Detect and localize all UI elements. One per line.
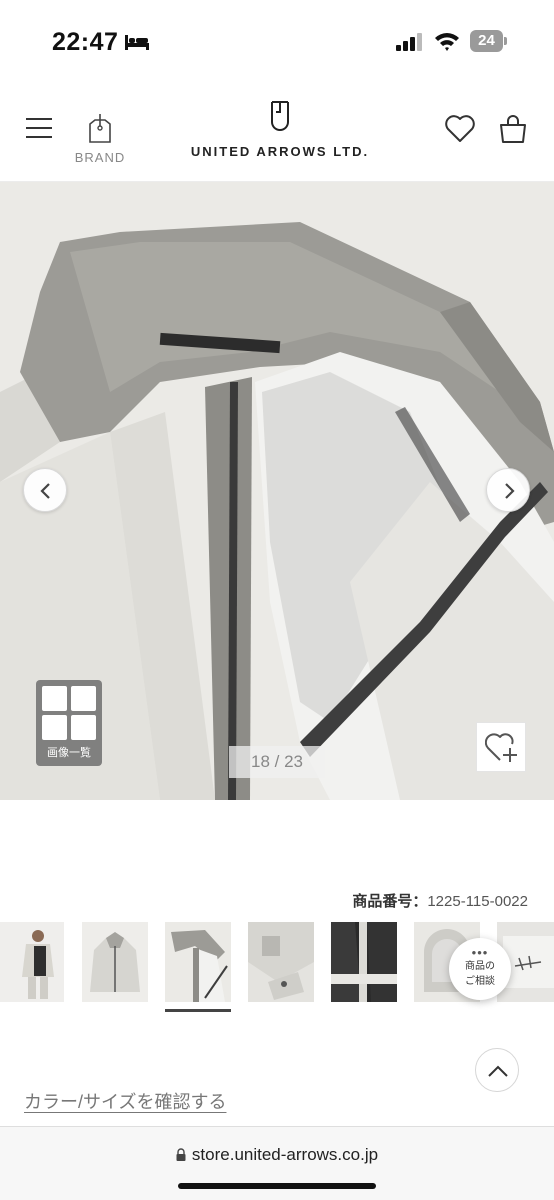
- thumbnail[interactable]: [331, 922, 397, 1002]
- previous-image-button[interactable]: [23, 468, 67, 512]
- chat-label-line1: 商品の: [465, 961, 495, 972]
- brand-label: BRAND: [74, 150, 126, 165]
- brand-button[interactable]: BRAND: [70, 114, 130, 168]
- battery-level: 24: [470, 30, 503, 52]
- bag-icon[interactable]: [498, 114, 528, 144]
- menu-icon[interactable]: [26, 118, 54, 140]
- status-bar: 22:47 24: [0, 0, 554, 80]
- browser-url-bar[interactable]: store.united-arrows.co.jp: [0, 1126, 554, 1200]
- image-counter-separator: /: [269, 752, 285, 771]
- battery-tip: [504, 37, 507, 45]
- image-counter: 18 / 23: [229, 746, 325, 778]
- logo-text: UNITED ARROWS LTD.: [190, 144, 370, 159]
- favorite-add-icon: [485, 733, 517, 762]
- url-display[interactable]: store.united-arrows.co.jp: [0, 1145, 554, 1165]
- image-list-button[interactable]: 画像一覧: [36, 680, 102, 766]
- logo-mark: [271, 101, 289, 131]
- product-number: 商品番号：1225-115-0022: [352, 890, 528, 911]
- scroll-to-top-button[interactable]: [475, 1048, 519, 1092]
- add-to-favorites-button[interactable]: [476, 722, 526, 772]
- chevron-up-icon: [488, 1065, 508, 1077]
- site-logo[interactable]: UNITED ARROWS LTD.: [180, 100, 380, 170]
- chat-label-line2: ご相談: [465, 976, 495, 987]
- chevron-right-icon: [505, 483, 515, 499]
- site-header: BRAND UNITED ARROWS LTD.: [0, 80, 554, 182]
- product-image-gallery[interactable]: 画像一覧 18 / 23: [0, 182, 554, 800]
- home-indicator: [178, 1183, 376, 1189]
- bed-icon: [125, 35, 149, 50]
- thumbnail[interactable]: [248, 922, 314, 1002]
- thumbnail-active[interactable]: [165, 922, 231, 1002]
- next-image-button[interactable]: [486, 468, 530, 512]
- url-text: store.united-arrows.co.jp: [191, 1145, 379, 1164]
- heart-icon[interactable]: [444, 114, 476, 144]
- product-number-label: 商品番号：: [352, 893, 428, 910]
- status-time: 22:47: [52, 28, 119, 56]
- thumbnail[interactable]: [0, 922, 64, 1002]
- chevron-left-icon: [40, 483, 50, 499]
- check-color-size-link[interactable]: カラー/サイズを確認する: [24, 1088, 226, 1114]
- signal-icon: [396, 33, 422, 51]
- image-counter-total: 23: [284, 752, 303, 771]
- chat-dots-icon: •••: [471, 945, 489, 960]
- battery-indicator: 24: [470, 30, 507, 52]
- product-number-value: 1225-115-0022: [427, 893, 528, 910]
- wifi-icon: [435, 33, 459, 51]
- image-counter-current: 18: [250, 752, 270, 771]
- lock-icon: [176, 1148, 186, 1161]
- product-consultation-button[interactable]: ••• 商品の ご相談: [449, 938, 511, 1000]
- thumbnail[interactable]: [82, 922, 148, 1002]
- brand-bag-icon: [89, 114, 111, 143]
- image-list-label: 画像一覧: [47, 747, 91, 759]
- active-thumbnail-indicator: [165, 1009, 231, 1012]
